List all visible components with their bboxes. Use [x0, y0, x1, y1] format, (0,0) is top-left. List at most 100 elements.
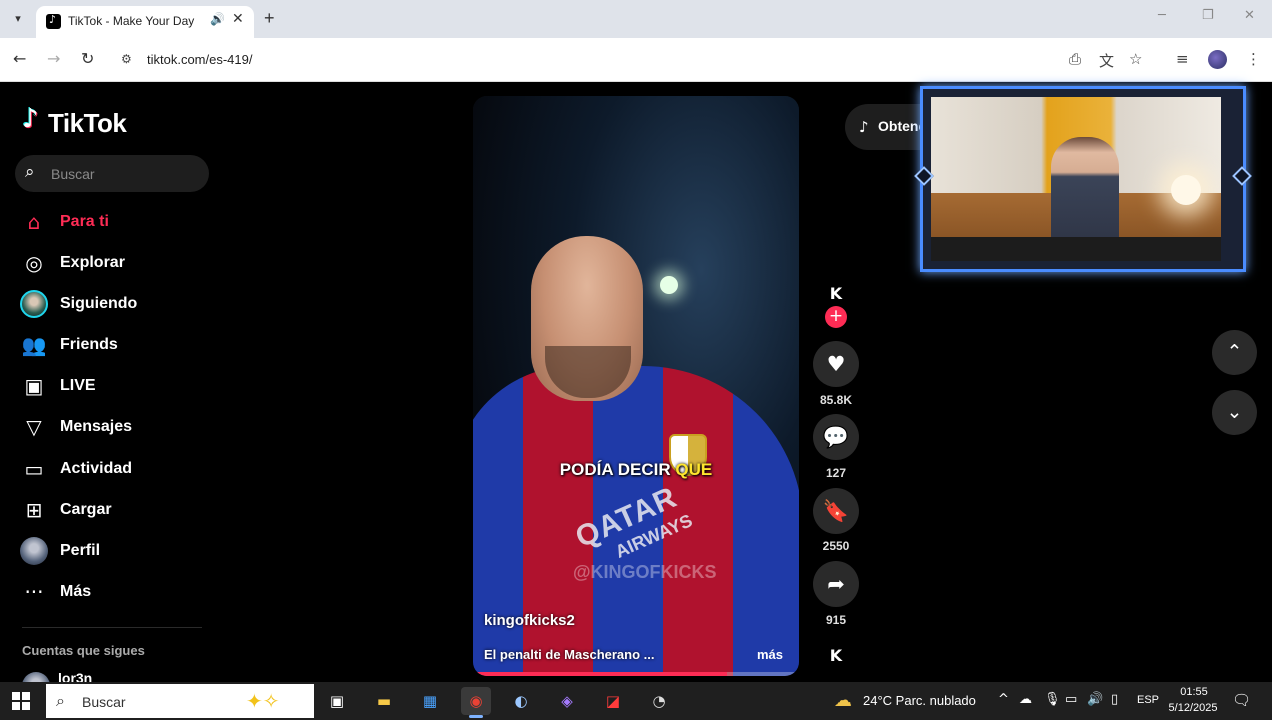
tiktok-favicon [46, 13, 61, 29]
video-player[interactable]: QATAR AIRWAYS PODÍA DECIR QUE @KINGOFKIC… [473, 96, 799, 676]
translate-icon[interactable]: 文 [1099, 50, 1114, 71]
previous-video-button[interactable]: ⌃ [1212, 330, 1257, 375]
video-watermark: @KINGOFKICKS [573, 562, 717, 582]
webcam-overlay [914, 86, 1252, 272]
nav-label: Actividad [60, 460, 133, 477]
copilot-icon[interactable]: ◈ [552, 687, 582, 715]
tab-list-icon[interactable]: ▾ [6, 8, 30, 30]
browser-tab-strip: ▾ TikTok - Make Your Day 🔊 ✕ + ─ ❐ ✕ [0, 0, 1272, 38]
windows-taskbar: ⌕ Buscar ✦✧ ▣ ▬ ▦ ◉ ◐ ◈ ◪ ◔ ☁ 24°C Parc.… [0, 682, 1272, 720]
like-button[interactable]: ♥ [813, 341, 859, 387]
nav-label: Mensajes [60, 418, 133, 435]
logo-text: TikTok [48, 108, 127, 138]
back-icon[interactable]: ← [13, 49, 26, 68]
profile-avatar [20, 537, 48, 565]
video-author[interactable]: kingofkicks2 [484, 612, 575, 629]
notification-icon[interactable]: 🗨 [1232, 691, 1251, 709]
task-view-icon[interactable]: ▣ [322, 687, 352, 715]
file-explorer-icon[interactable]: ▬ [369, 687, 399, 715]
address-bar[interactable]: tiktok.com/es-419/ [147, 52, 253, 67]
site-info-icon[interactable]: ⚙ [121, 52, 132, 66]
webcam-desk [931, 237, 1221, 261]
star-icon[interactable]: ☆ [1129, 50, 1142, 68]
weather-temp: 24°C [863, 693, 893, 708]
following-title: Cuentas que sigues [22, 643, 145, 658]
following-account-name[interactable]: lor3n [58, 670, 92, 682]
speaker-icon[interactable]: 🔊 [210, 12, 225, 26]
reload-icon[interactable]: ↻ [81, 49, 94, 68]
nav-explorar[interactable]: ◎ Explorar [20, 249, 220, 279]
steam-icon[interactable]: ◐ [506, 687, 536, 715]
menu-icon[interactable]: ⋮ [1246, 50, 1261, 68]
search-bar[interactable]: ⌕ [15, 155, 209, 192]
search-input[interactable] [51, 155, 201, 192]
sidebar-divider [22, 627, 202, 628]
nav-para-ti[interactable]: ⌂ Para ti [20, 208, 220, 238]
clock-date[interactable]: 5/12/2025 [1164, 702, 1222, 714]
taskbar-search[interactable]: ⌕ Buscar ✦✧ [46, 684, 314, 718]
browser-toolbar: ← → ↻ ⚙ tiktok.com/es-419/ ⎙ 文 ☆ ≡ ⋮ [0, 38, 1272, 82]
following-account-avatar[interactable] [22, 672, 50, 682]
nav-label: Cargar [60, 501, 112, 518]
install-icon[interactable]: ⎙ [1069, 50, 1081, 68]
video-progress[interactable] [473, 672, 799, 676]
chrome-icon[interactable]: ◉ [461, 687, 491, 718]
next-video-button[interactable]: ⌄ [1212, 390, 1257, 435]
weather-icon[interactable]: ☁ [834, 690, 852, 711]
battery-icon[interactable]: ▯ [1111, 692, 1118, 707]
cloud-icon[interactable]: ☁ [1019, 692, 1032, 707]
progress-fill [473, 672, 728, 676]
store-icon[interactable]: ▦ [415, 687, 445, 715]
amd-icon[interactable]: ◪ [598, 687, 628, 715]
close-window-icon[interactable]: ✕ [1244, 8, 1255, 23]
webcam-lamp [1171, 175, 1201, 205]
nav-label: Para ti [60, 213, 109, 230]
capture-icon[interactable]: ◔ [644, 687, 674, 715]
nav-friends[interactable]: 👥 Friends [20, 331, 220, 361]
nav-label: Más [60, 583, 92, 600]
nav-label: Siguiendo [60, 295, 138, 312]
follow-plus-icon[interactable]: + [825, 306, 847, 328]
nav-label: Perfil [60, 542, 101, 559]
nav-mensajes[interactable]: ▽ Mensajes [20, 413, 220, 443]
browser-tab[interactable]: TikTok - Make Your Day 🔊 ✕ [36, 6, 254, 38]
more-link[interactable]: más [757, 647, 783, 662]
media-icon[interactable]: ≡ [1176, 50, 1189, 68]
nav-cargar[interactable]: ⊞ Cargar [20, 496, 220, 526]
floodlight [660, 276, 678, 294]
nav-siguiendo[interactable]: Siguiendo [20, 290, 220, 320]
webcam-person [1051, 137, 1119, 247]
nav-actividad[interactable]: ▭ Actividad [20, 455, 220, 485]
profile-avatar[interactable] [1208, 50, 1227, 69]
chevron-up-icon[interactable]: ^ [998, 692, 1009, 707]
minimize-icon[interactable]: ─ [1158, 8, 1166, 23]
sparkle-icon: ✦✧ [246, 689, 280, 713]
forward-icon[interactable]: → [47, 49, 60, 68]
plus-icon[interactable]: + [264, 8, 275, 29]
microphone-icon[interactable]: 🎙 [1044, 692, 1061, 707]
nav-live[interactable]: ▣ LIVE [20, 372, 220, 402]
start-icon[interactable] [12, 692, 30, 710]
more-icon: ··· [24, 580, 44, 604]
maximize-icon[interactable]: ❐ [1202, 8, 1214, 23]
comment-button[interactable]: 💬 [813, 414, 859, 460]
close-icon[interactable]: ✕ [232, 11, 244, 27]
share-button[interactable]: ➦ [813, 561, 859, 607]
taskbar-search-label: Buscar [82, 694, 126, 710]
clock-time[interactable]: 01:55 [1172, 686, 1216, 698]
following-avatar [20, 290, 48, 318]
nav-perfil[interactable]: Perfil [20, 537, 220, 567]
save-button[interactable]: 🔖 [813, 488, 859, 534]
volume-icon[interactable]: 🔊 [1087, 692, 1103, 707]
nav-mas[interactable]: ··· Más [20, 578, 220, 608]
language-indicator[interactable]: ESP [1137, 694, 1159, 706]
upload-icon: ⊞ [25, 498, 43, 522]
network-icon[interactable]: ▭ [1065, 692, 1077, 707]
tab-title: TikTok - Make Your Day [68, 14, 195, 28]
tiktok-app-icon: ♪ [859, 118, 869, 136]
friends-icon: 👥 [21, 333, 47, 357]
comment-count: 127 [825, 466, 847, 480]
send-icon: ▽ [26, 415, 42, 439]
sound-disc[interactable]: K [818, 640, 854, 676]
weather-text[interactable]: 24°C Parc. nublado [863, 693, 976, 708]
